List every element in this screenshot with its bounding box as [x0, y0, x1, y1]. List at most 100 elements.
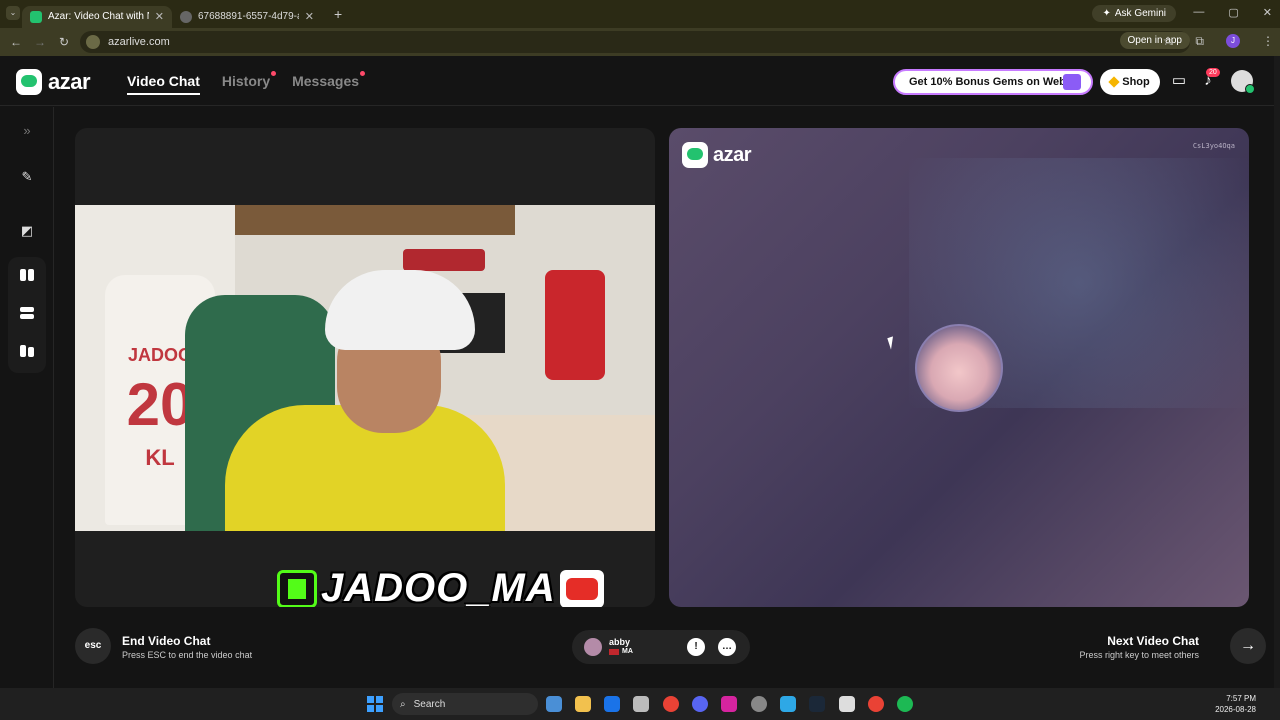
minimize-icon[interactable]: —	[1193, 6, 1204, 19]
layout-pip-icon[interactable]	[20, 345, 34, 357]
end-chat-title: End Video Chat	[122, 634, 211, 648]
tab-search-button[interactable]: ⌄	[6, 6, 20, 20]
url-text: azarlive.com	[108, 36, 170, 48]
peer-avatar	[915, 324, 1003, 412]
expand-sidebar-icon[interactable]: »	[19, 123, 35, 139]
tab-title: Azar: Video Chat with New	[48, 11, 149, 22]
kick-logo-icon	[277, 569, 317, 607]
forward-icon[interactable]: →	[32, 35, 48, 49]
club-banner	[403, 249, 485, 271]
peer-info-bar: abby MA ! …	[572, 630, 750, 664]
tab-title: 67688891-6557-4d79-ad97-56	[198, 11, 299, 22]
peer-country: MA	[609, 648, 633, 655]
nav-history-label: History	[221, 73, 271, 89]
shop-label: Shop	[1122, 76, 1150, 88]
promo-label: Get 10% Bonus Gems on Web!	[909, 76, 1070, 88]
peer-country-code: MA	[622, 648, 633, 655]
maximize-icon[interactable]: ▢	[1228, 6, 1238, 19]
chrome-icon[interactable]	[663, 696, 679, 712]
logo-text: azar	[713, 143, 752, 166]
azar-logo-icon	[682, 142, 708, 168]
notification-badge: 20	[1206, 68, 1220, 77]
end-chat-hint: Press ESC to end the video chat	[122, 650, 253, 660]
notification-dot	[360, 71, 366, 76]
sidebar: » ✎ ◩	[0, 107, 54, 688]
back-icon[interactable]: ←	[8, 35, 24, 49]
chrome-active-icon[interactable]	[868, 696, 884, 712]
peer-thumbnail[interactable]	[584, 638, 602, 656]
browser-tab-azar[interactable]: Azar: Video Chat with New ✕	[22, 5, 172, 28]
globe-icon	[180, 10, 192, 23]
site-info-icon[interactable]	[86, 35, 100, 49]
remote-azar-logo: azar	[682, 142, 752, 168]
reload-icon[interactable]: ↻	[56, 35, 72, 49]
report-shield-icon[interactable]: !	[687, 638, 705, 656]
nav-messages[interactable]: Messages	[292, 71, 366, 95]
search-icon: ⌕	[400, 698, 406, 710]
app-icon[interactable]	[751, 696, 767, 712]
magic-wand-icon[interactable]: ✎	[19, 169, 35, 185]
clock-time: 7:57 PM	[1226, 694, 1256, 703]
taskbar-search[interactable]: ⌕ Search	[392, 693, 538, 715]
new-tab-button[interactable]: +	[334, 6, 342, 22]
layout-side-by-side-icon[interactable]	[20, 269, 34, 281]
close-tab-icon[interactable]: ✕	[305, 10, 314, 23]
browser-tab-2[interactable]: 67688891-6557-4d79-ad97-56 ✕	[172, 6, 322, 28]
azar-logo[interactable]: azar	[16, 69, 91, 95]
address-bar[interactable]: azarlive.com	[80, 31, 1190, 53]
store-icon[interactable]	[633, 696, 649, 712]
layout-switcher	[8, 257, 46, 373]
next-chat-hint: Press right key to meet others	[1079, 650, 1199, 660]
photo-shelf	[235, 205, 515, 235]
close-tab-icon[interactable]: ✕	[155, 10, 164, 23]
local-camera-feed: JADOO 20 KL	[75, 205, 655, 531]
morocco-flag-icon	[609, 648, 619, 655]
inbox-icon[interactable]: ▭	[1170, 72, 1188, 90]
windows-start-icon[interactable]	[367, 696, 383, 712]
file-explorer-icon[interactable]	[575, 696, 591, 712]
spotify-icon[interactable]	[897, 696, 913, 712]
menu-kebab-icon[interactable]: ⋮	[1262, 34, 1274, 49]
ask-gemini-button[interactable]: ✦ Ask Gemini	[1092, 5, 1176, 22]
messenger-icon[interactable]	[780, 696, 796, 712]
user-avatar[interactable]	[1231, 70, 1255, 94]
browser-toolbar: ← → ↻ azarlive.com Open in app ☆ ⧉ J ⋮	[0, 28, 1280, 56]
local-video-panel: JADOO 20 KL JADOO_MA	[75, 128, 655, 607]
discord-icon[interactable]	[692, 696, 708, 712]
steam-icon[interactable]	[809, 696, 825, 712]
session-id: CsL3yo4Oqa	[1192, 142, 1235, 150]
instagram-icon[interactable]	[721, 696, 737, 712]
peer-name: abby	[609, 637, 631, 647]
extensions-icon[interactable]: ⧉	[1195, 34, 1204, 49]
azar-favicon-icon	[30, 10, 42, 23]
toolbar-icons: ☆ ⧉ J ⋮	[1163, 34, 1274, 49]
nav-history[interactable]: History	[221, 71, 277, 95]
sticker-icon[interactable]: ◩	[19, 223, 35, 239]
chat-controls: esc End Video Chat Press ESC to end the …	[54, 616, 1280, 688]
profile-avatar[interactable]: J	[1226, 34, 1240, 48]
azar-app: azar Video Chat History Messages Get 10%…	[0, 56, 1280, 688]
next-chat-arrow-button[interactable]: →	[1230, 628, 1266, 664]
system-clock[interactable]: 7:57 PM 2026-08-28	[1215, 693, 1256, 715]
bonus-gems-button[interactable]: Get 10% Bonus Gems on Web!	[893, 69, 1093, 95]
outlook-icon[interactable]	[604, 696, 620, 712]
nav-messages-label: Messages	[292, 73, 360, 89]
watermark-text: JADOO_MA	[321, 566, 556, 607]
widgets-icon[interactable]	[546, 696, 562, 712]
window-controls: — ▢ ✕	[1193, 6, 1272, 19]
nav-video-chat[interactable]: Video Chat	[127, 73, 200, 95]
bookmark-star-icon[interactable]: ☆	[1163, 34, 1174, 49]
close-window-icon[interactable]: ✕	[1263, 6, 1272, 19]
chat-bubble-icon[interactable]: …	[718, 638, 736, 656]
capture-icon[interactable]	[839, 696, 855, 712]
page-scrollbar[interactable]	[1274, 56, 1280, 688]
end-chat-button[interactable]: esc	[75, 628, 111, 664]
clock-date: 2026-08-28	[1215, 705, 1256, 714]
layout-stacked-icon[interactable]	[20, 307, 34, 319]
azar-logo-icon	[16, 69, 42, 95]
search-label: Search	[413, 698, 446, 710]
shop-button[interactable]: Shop	[1100, 69, 1160, 95]
streamer-watermark: JADOO_MA	[277, 566, 604, 607]
youtube-logo-icon	[559, 569, 604, 607]
main-nav: Video Chat History Messages	[127, 71, 366, 95]
